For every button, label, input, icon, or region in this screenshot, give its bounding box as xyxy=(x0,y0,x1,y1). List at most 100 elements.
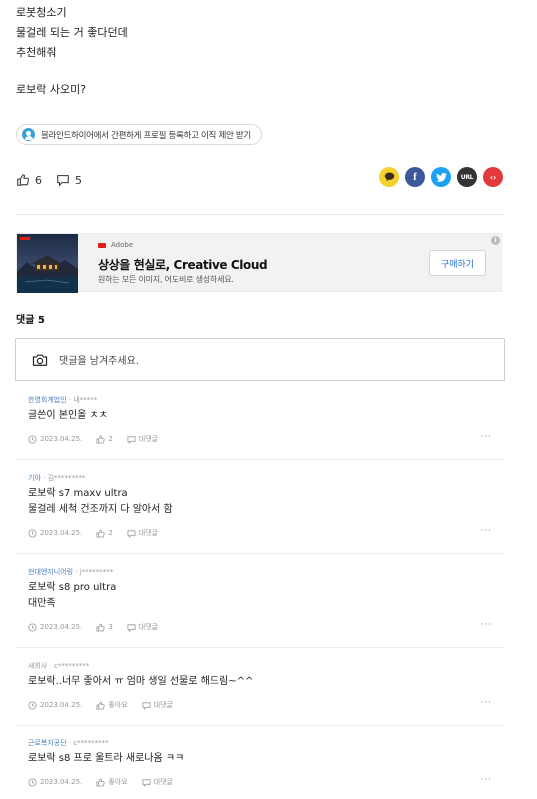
kakao-share-button[interactable] xyxy=(379,167,399,187)
camera-icon[interactable] xyxy=(32,353,48,367)
twitter-share-button[interactable] xyxy=(431,167,451,187)
more-options-icon[interactable]: ··· xyxy=(480,432,492,442)
post-body: 로봇청소기 물걸레 되는 거 좋다던데 추천해줘 로보락 사오미? xyxy=(16,3,496,100)
comment-like-button[interactable]: 2 xyxy=(96,435,113,444)
reply-button[interactable]: 대댓글 xyxy=(127,528,158,538)
promo-text: 블라인드하이어에서 간편하게 프로필 등록하고 이직 제안 받기 xyxy=(41,130,251,141)
post-line: 추천해줘 xyxy=(16,46,57,59)
comment-text-line: 로보락 s7 maxv ultra xyxy=(28,488,128,499)
comment-bubble-icon xyxy=(57,175,69,187)
ad-title: 상상을 현실로, Creative Cloud xyxy=(98,258,268,272)
comment-company[interactable]: 현대엔지니어링 xyxy=(28,568,73,576)
reply-label: 대댓글 xyxy=(138,435,159,443)
comment-text: 로보락 s7 maxv ultra 물걸레 세척 건조까지 다 알아서 함 xyxy=(28,486,173,518)
reply-bubble-icon xyxy=(127,529,136,538)
comment-date-text: 2023.04.25. xyxy=(40,701,83,709)
comment-date-text: 2023.04.25. xyxy=(40,435,83,443)
comments-heading: 댓글 5 xyxy=(16,315,45,326)
comment-footer: 2023.04.25. 2 대댓글 xyxy=(28,434,172,444)
comment-author: · c********* xyxy=(68,739,109,747)
like-button[interactable]: 6 xyxy=(16,173,42,187)
post-line: 로봇청소기 xyxy=(16,6,67,19)
comment-text-line: 로보락 s8 프로 울트라 새로나옴 ㅋㅋ xyxy=(28,753,185,764)
comment-date: 2023.04.25. xyxy=(28,528,83,538)
comment-text: 로보락 s8 프로 울트라 새로나옴 ㅋㅋ xyxy=(28,751,184,767)
promo-chip[interactable]: 블라인드하이어에서 간편하게 프로필 등록하고 이직 제안 받기 xyxy=(16,124,262,145)
comment-date-text: 2023.04.25. xyxy=(40,529,83,537)
comment-item: 한영회계법인 · 내***** 글쓴이 본인올 ㅊㅊ 2023.04.25. 2… xyxy=(16,395,504,460)
comment-footer: 2023.04.25. 2 대댓글 xyxy=(28,528,172,538)
comment-like-button[interactable]: 3 xyxy=(96,623,113,632)
comment-author: · c********* xyxy=(49,662,90,670)
comment-input-placeholder: 댓글을 남겨주세요. xyxy=(59,356,139,367)
comment-like-button[interactable]: 좋아요 xyxy=(96,700,128,710)
more-options-icon[interactable]: ··· xyxy=(480,775,492,785)
kakao-icon xyxy=(384,172,394,182)
post-line: 로보락 사오미? xyxy=(16,83,87,96)
comment-text-line: 로보락 s8 pro ultra xyxy=(28,582,117,593)
comment-like-button[interactable]: 2 xyxy=(96,529,113,538)
comment-like-count: 2 xyxy=(108,529,113,537)
reply-bubble-icon xyxy=(142,778,151,787)
comment-company[interactable]: 기아 xyxy=(28,474,41,482)
reply-bubble-icon xyxy=(142,701,151,710)
more-options-icon[interactable]: ··· xyxy=(480,698,492,708)
more-options-icon[interactable]: ··· xyxy=(480,526,492,536)
comment-company[interactable]: 한영회계법인 xyxy=(28,396,67,404)
comment-like-count: 좋아요 xyxy=(108,778,128,786)
comment-item: 새회사 · c********* 로보락..너무 좋아서 ㅠ 엄마 생일 선물로… xyxy=(16,661,504,726)
facebook-share-button[interactable]: f xyxy=(405,167,425,187)
like-count: 6 xyxy=(35,173,42,187)
ad-brand-name: Adobe xyxy=(111,241,134,249)
comment-meta: 근로복지공단 · c********* xyxy=(28,738,109,748)
comment-text: 로보락..너무 좋아서 ㅠ 엄마 생일 선물로 해드림~^^ xyxy=(28,674,253,690)
thumbs-up-icon xyxy=(96,778,105,787)
clock-icon xyxy=(28,528,37,538)
comment-count-button[interactable]: 5 xyxy=(56,173,82,187)
user-icon xyxy=(22,128,35,141)
comment-divider xyxy=(16,725,504,726)
comment-company[interactable]: 근로복지공단 xyxy=(28,739,67,747)
reply-bubble-icon xyxy=(127,435,136,444)
ad-banner[interactable]: Adobe 상상을 현실로, Creative Cloud 원하는 모든 이미지… xyxy=(16,233,502,293)
thumbs-up-icon xyxy=(17,174,29,186)
comment-divider xyxy=(16,553,504,554)
share-buttons: f URL ‹› xyxy=(379,167,503,187)
comment-footer: 2023.04.25. 좋아요 대댓글 xyxy=(28,700,187,710)
comment-date-text: 2023.04.25. xyxy=(40,623,83,631)
ad-thumbnail-image xyxy=(17,234,78,293)
reply-button[interactable]: 대댓글 xyxy=(127,622,158,632)
comment-date: 2023.04.25. xyxy=(28,700,83,710)
reaction-bar: 6 5 xyxy=(16,173,96,187)
ad-brand: Adobe xyxy=(98,241,133,249)
post-spacer xyxy=(16,63,496,80)
ad-info-icon[interactable]: i xyxy=(491,236,500,245)
clock-icon xyxy=(28,434,37,444)
comment-input[interactable]: 댓글을 남겨주세요. xyxy=(15,338,505,381)
comment-meta: 현대엔지니어링 · j********* xyxy=(28,567,113,577)
ad-cta-button[interactable]: 구매하기 xyxy=(429,250,486,276)
reply-button[interactable]: 대댓글 xyxy=(142,700,173,710)
comment-like-count: 좋아요 xyxy=(108,701,128,709)
comment-like-count: 3 xyxy=(108,623,113,631)
more-options-icon[interactable]: ··· xyxy=(480,620,492,630)
comment-like-button[interactable]: 좋아요 xyxy=(96,777,128,787)
comment-text-line: 글쓴이 본인올 ㅊㅊ xyxy=(28,410,108,421)
embed-button[interactable]: ‹› xyxy=(483,167,503,187)
comment-meta: 새회사 · c********* xyxy=(28,661,89,671)
comment-footer: 2023.04.25. 좋아요 대댓글 xyxy=(28,777,187,787)
comment-author: · 내***** xyxy=(68,396,98,404)
comment-text-line: 물걸레 세척 건조까지 다 알아서 함 xyxy=(28,504,173,515)
reply-bubble-icon xyxy=(127,623,136,632)
facebook-icon: f xyxy=(413,171,417,183)
reply-button[interactable]: 대댓글 xyxy=(127,434,158,444)
clock-icon xyxy=(28,622,37,632)
comment-company[interactable]: 새회사 xyxy=(28,662,47,670)
reply-button[interactable]: 대댓글 xyxy=(142,777,173,787)
reply-label: 대댓글 xyxy=(153,701,173,709)
comment-item: 현대엔지니어링 · j********* 로보락 s8 pro ultra 대만… xyxy=(16,567,504,648)
comment-text-line: 대만족 xyxy=(28,598,56,609)
url-copy-button[interactable]: URL xyxy=(457,167,477,187)
reply-label: 대댓글 xyxy=(138,529,159,537)
comment-text-line: 로보락..너무 좋아서 ㅠ 엄마 생일 선물로 해드림~^^ xyxy=(28,676,254,687)
